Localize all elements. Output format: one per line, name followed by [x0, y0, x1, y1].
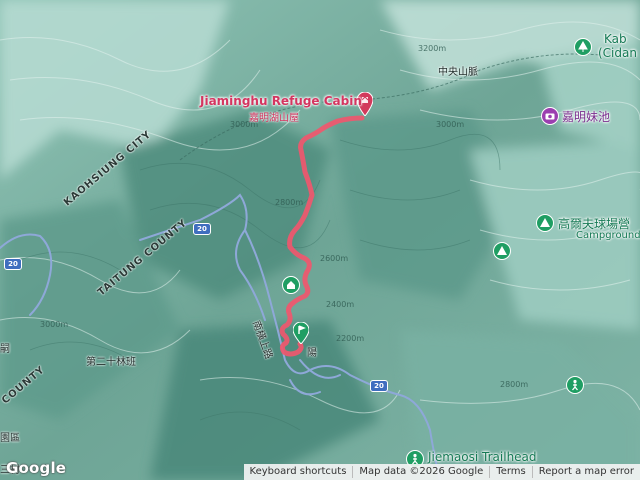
- terrain-layer: [0, 0, 640, 480]
- attribution-bar: Keyboard shortcuts Map data ©2026 Google…: [243, 464, 640, 480]
- green-cabin-icon: [282, 276, 300, 294]
- keyboard-shortcuts-link[interactable]: Keyboard shortcuts: [244, 466, 354, 478]
- contour-label: 2400m: [326, 300, 355, 309]
- tent-icon: [536, 214, 554, 232]
- camera-icon: [541, 107, 559, 125]
- contour-label: 2800m: [275, 198, 304, 207]
- contour-label: 2200m: [336, 334, 365, 343]
- contour-label: 2600m: [320, 254, 349, 263]
- tree-icon: [574, 38, 592, 56]
- camp-poi[interactable]: [536, 214, 554, 236]
- hiker-icon: [566, 376, 584, 394]
- road-shield: 20: [370, 380, 388, 392]
- campground-label: Campground: [576, 230, 640, 241]
- contour-label: 2800m: [500, 380, 529, 389]
- start-label: 陽: [307, 348, 317, 359]
- road-shield: 20: [193, 223, 211, 235]
- cut-left-bottom-label: 園區: [0, 433, 20, 444]
- map-data-label: Map data ©2026 Google: [353, 466, 491, 478]
- tent-icon: [493, 242, 511, 260]
- destination-title[interactable]: Jiaminghu Refuge Cabin: [200, 94, 362, 108]
- road-shield: 20: [4, 258, 22, 270]
- forest-zone-label: 第二十林班: [86, 357, 136, 368]
- contour-label: 3000m: [436, 120, 465, 129]
- tent-poi[interactable]: [493, 242, 511, 264]
- destination-subtitle: 嘉明湖山屋: [249, 113, 299, 124]
- lake-poi[interactable]: [541, 107, 559, 129]
- contour-label: 3000m: [40, 320, 69, 329]
- park-poi[interactable]: [574, 38, 592, 60]
- green-flag-pin-icon: [292, 321, 310, 345]
- trail-poi[interactable]: [566, 376, 584, 398]
- jiemaosi-label: Jiemaosi Trailhead: [428, 450, 537, 464]
- cut-left-top-label: 嗣: [0, 344, 10, 355]
- terms-link[interactable]: Terms: [490, 466, 533, 478]
- kab-label: Kab: [604, 32, 627, 46]
- google-logo: Google: [6, 459, 67, 477]
- central-range-label: 中央山脈: [438, 67, 478, 78]
- cidan-label: (Cidan: [598, 46, 637, 60]
- report-error-link[interactable]: Report a map error: [533, 466, 640, 478]
- jiaming-sister-lake-label: 嘉明妹池: [562, 110, 611, 124]
- contour-label: 3200m: [418, 44, 447, 53]
- cabin-marker[interactable]: [282, 276, 300, 298]
- map-canvas[interactable]: 20 20 20 3200m 3000m 2800m 2600m 2400m 2…: [0, 0, 640, 480]
